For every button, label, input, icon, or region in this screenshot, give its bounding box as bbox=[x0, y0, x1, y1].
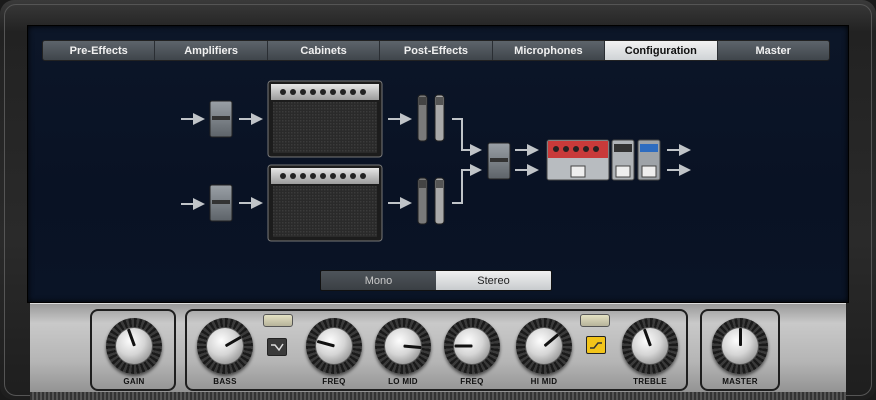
gain-label: GAIN bbox=[123, 377, 145, 386]
low-freq-knob[interactable] bbox=[306, 318, 362, 374]
bass-shift-led[interactable] bbox=[263, 314, 293, 327]
mono-stereo-toggle: Mono Stereo bbox=[320, 270, 552, 291]
hi-mid-label: HI MID bbox=[530, 377, 558, 386]
master-label: MASTER bbox=[722, 377, 758, 386]
low-freq-label: FREQ bbox=[322, 377, 346, 386]
stereo-button[interactable]: Stereo bbox=[436, 271, 551, 290]
treble-label: TREBLE bbox=[633, 377, 667, 386]
low-shelf-icon bbox=[271, 343, 284, 352]
high-freq-label: FREQ bbox=[460, 377, 484, 386]
lo-mid-knob[interactable] bbox=[375, 318, 431, 374]
tab-cabinets[interactable]: Cabinets bbox=[268, 41, 381, 60]
tab-master[interactable]: Master bbox=[718, 41, 829, 60]
hi-mid-knob[interactable] bbox=[516, 318, 572, 374]
tab-pre-effects[interactable]: Pre-Effects bbox=[43, 41, 156, 60]
master-knob[interactable] bbox=[712, 318, 768, 374]
mono-button[interactable]: Mono bbox=[321, 271, 436, 290]
tab-microphones[interactable]: Microphones bbox=[493, 41, 606, 60]
treble-shift-led[interactable] bbox=[580, 314, 610, 327]
gain-knob[interactable] bbox=[106, 318, 162, 374]
high-eq-shape-button[interactable] bbox=[586, 336, 606, 354]
section-tabs: Pre-Effects Amplifiers Cabinets Post-Eff… bbox=[42, 40, 830, 61]
configuration-screen bbox=[27, 25, 849, 303]
high-freq-knob[interactable] bbox=[444, 318, 500, 374]
low-eq-shape-button[interactable] bbox=[267, 338, 287, 356]
treble-knob[interactable] bbox=[622, 318, 678, 374]
speaker-grill bbox=[30, 392, 846, 400]
bass-knob[interactable] bbox=[197, 318, 253, 374]
high-shelf-icon bbox=[590, 342, 602, 349]
bass-label: BASS bbox=[213, 377, 237, 386]
tab-post-effects[interactable]: Post-Effects bbox=[380, 41, 493, 60]
lo-mid-label: LO MID bbox=[388, 377, 418, 386]
tab-configuration[interactable]: Configuration bbox=[605, 41, 718, 60]
tab-amplifiers[interactable]: Amplifiers bbox=[155, 41, 268, 60]
